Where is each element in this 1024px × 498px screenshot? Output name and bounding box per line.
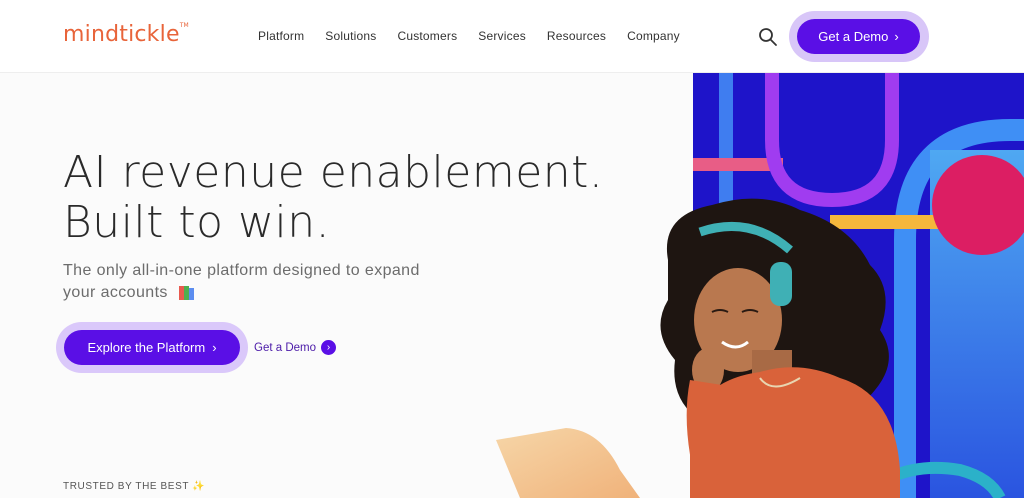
search-icon[interactable] xyxy=(758,27,778,47)
trusted-by-label: TRUSTED BY THE BEST ✨ xyxy=(63,481,205,492)
sweater xyxy=(690,367,900,498)
hair xyxy=(660,198,889,420)
header-demo-label: Get a Demo xyxy=(818,29,889,44)
hero-title-line-1: AI revenue enablement. xyxy=(63,147,604,198)
hero-subtitle: The only all-in-one platform designed to… xyxy=(63,260,423,304)
hero-person xyxy=(660,198,900,498)
eyes xyxy=(711,309,759,313)
hero-artwork xyxy=(496,73,1024,498)
hero-demo-link[interactable]: Get a Demo › xyxy=(254,340,336,355)
trusted-text: TRUSTED BY THE BEST xyxy=(63,481,189,492)
necklace xyxy=(759,377,801,388)
panel-red-circle xyxy=(932,155,1024,255)
nav-item-services[interactable]: Services xyxy=(478,29,526,43)
hero-demo-link-label: Get a Demo xyxy=(254,341,316,354)
hero-background-panel xyxy=(693,73,1024,498)
panel-pink-bar xyxy=(693,158,783,171)
main-nav: Platform Solutions Customers Services Re… xyxy=(258,29,680,43)
chevron-right-icon: › xyxy=(212,340,217,355)
neck xyxy=(752,350,792,390)
arm xyxy=(686,380,722,498)
hand xyxy=(692,348,724,392)
brand-tm: TM xyxy=(179,22,189,29)
brand-logo[interactable]: mindtickleTM xyxy=(63,22,189,47)
sparkle-icon: ✨ xyxy=(192,481,206,492)
panel-blue-arc xyxy=(894,119,1024,498)
explore-platform-label: Explore the Platform xyxy=(87,340,206,355)
nav-item-solutions[interactable]: Solutions xyxy=(325,29,376,43)
headphone-cup xyxy=(770,262,792,306)
laptop xyxy=(496,428,640,498)
panel-teal-arc xyxy=(855,461,1006,498)
hero-subtitle-text: The only all-in-one platform designed to… xyxy=(63,262,420,301)
chevron-right-circle-icon: › xyxy=(321,340,336,355)
hero-title: AI revenue enablement. Built to win. xyxy=(63,148,603,248)
brand-name: mindtickle xyxy=(63,22,180,47)
nav-item-customers[interactable]: Customers xyxy=(397,29,457,43)
panel-stripe xyxy=(719,73,733,498)
panel-gradient-block xyxy=(930,150,1024,498)
books-icon xyxy=(178,285,197,300)
panel-yellow-bar xyxy=(830,215,940,229)
hero-title-line-2: Built to win. xyxy=(63,197,331,248)
chevron-right-icon: › xyxy=(894,29,899,44)
nav-item-platform[interactable]: Platform xyxy=(258,29,304,43)
nav-item-company[interactable]: Company xyxy=(627,29,680,43)
headphone-band xyxy=(698,222,793,254)
face xyxy=(694,268,782,372)
smile xyxy=(721,340,749,349)
nav-item-resources[interactable]: Resources xyxy=(547,29,606,43)
explore-platform-button[interactable]: Explore the Platform › xyxy=(64,330,240,365)
site-header: mindtickleTM Platform Solutions Customer… xyxy=(0,0,1024,73)
header-demo-button[interactable]: Get a Demo › xyxy=(797,19,920,54)
panel-purple-arch xyxy=(765,73,899,208)
